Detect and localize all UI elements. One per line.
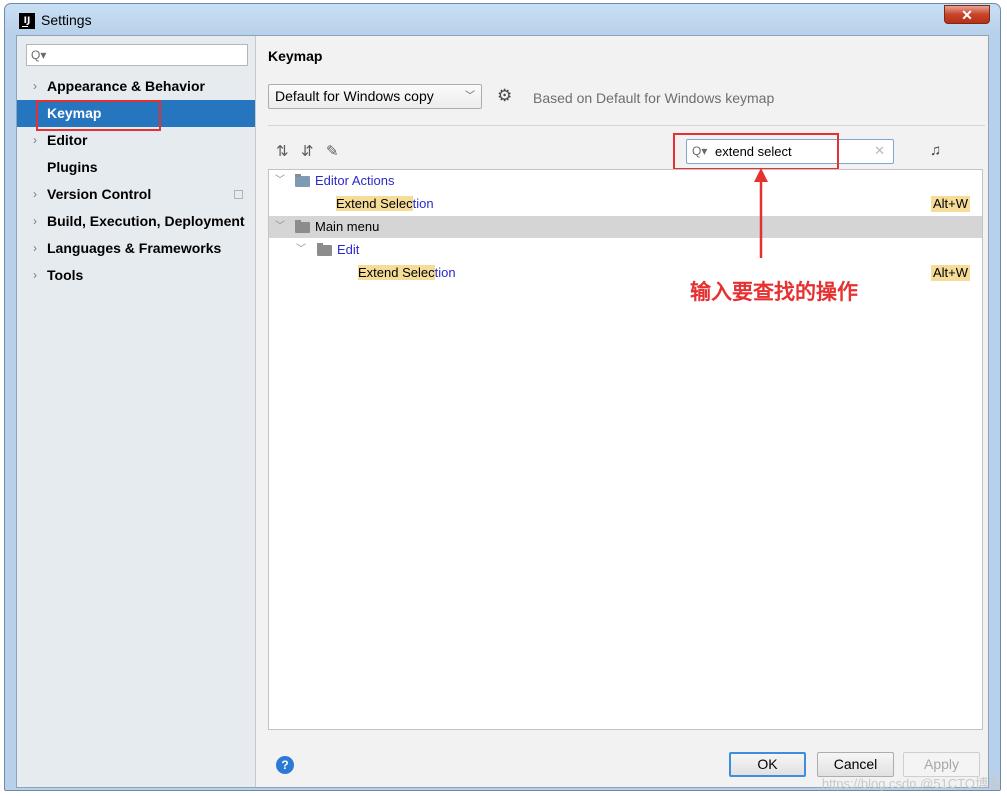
shortcut-badge: Alt+W (930, 265, 970, 281)
tree-row-extend-selection[interactable]: Extend Selection Alt+W (269, 193, 982, 215)
sidebar-item-label: Build, Execution, Deployment (47, 213, 245, 229)
chevron-right-icon: › (33, 214, 37, 228)
divider (268, 125, 985, 126)
settings-window: IJ Settings ✕ Q▾ › Appearance & Behavior… (4, 3, 1001, 791)
help-button[interactable]: ? (276, 756, 294, 774)
sidebar-item-label: Languages & Frameworks (47, 240, 222, 256)
sidebar-item-label: Editor (47, 132, 88, 148)
sidebar-item-languages[interactable]: › Languages & Frameworks (17, 235, 255, 262)
sidebar-item-editor[interactable]: › Editor (17, 127, 255, 154)
watermark: https://blog.csdn.@51CTO博客 (821, 776, 1001, 791)
gear-icon[interactable]: ⚙ (497, 86, 512, 106)
sidebar-item-build[interactable]: › Build, Execution, Deployment (17, 208, 255, 235)
sidebar-search-input[interactable]: Q▾ (26, 44, 248, 66)
annotation-text: 输入要查找的操作 (690, 280, 858, 304)
search-icon: Q▾ (31, 48, 47, 62)
tree-row-editor-actions[interactable]: ﹀ Editor Actions (269, 170, 982, 192)
sidebar-item-label: Plugins (47, 159, 98, 175)
sidebar-item-appearance[interactable]: › Appearance & Behavior (17, 73, 255, 100)
chevron-right-icon: › (33, 79, 37, 93)
chevron-down-icon: ﹀ (465, 91, 475, 102)
chevron-down-icon: ﹀ (275, 175, 285, 186)
shortcut-badge: Alt+W (930, 196, 970, 212)
close-button[interactable]: ✕ (944, 5, 990, 24)
sidebar-item-plugins[interactable]: Plugins (17, 154, 255, 181)
annotation-box-keymap (36, 100, 161, 131)
tree-label: Editor Actions (315, 173, 395, 188)
keymap-select[interactable]: Default for Windows copy ﹀ (268, 84, 482, 109)
chevron-right-icon: › (33, 187, 37, 201)
tree-label: Main menu (315, 219, 380, 234)
tree-label-extend-selection: Extend Selection (336, 196, 434, 211)
sidebar-item-label: Tools (47, 267, 84, 283)
chevron-down-icon: ﹀ (296, 244, 306, 255)
ok-button[interactable]: OK (729, 752, 806, 777)
chevron-down-icon: ﹀ (275, 221, 285, 232)
dialog-client: Q▾ › Appearance & Behavior Keymap › Edit… (16, 35, 989, 788)
chevron-right-icon: › (33, 268, 37, 282)
chevron-right-icon: › (33, 133, 37, 147)
tree-label-extend-selection: Extend Selection (358, 265, 456, 280)
project-settings-icon (234, 190, 243, 199)
sidebar-item-label: Appearance & Behavior (47, 78, 205, 94)
find-by-shortcut-icon[interactable]: ♫ (930, 142, 941, 159)
sidebar-item-version-control[interactable]: › Version Control (17, 181, 255, 208)
expand-all-icon[interactable]: ⇅ (276, 142, 289, 160)
based-on-label: Based on Default for Windows keymap (533, 90, 775, 106)
chevron-right-icon: › (33, 241, 37, 255)
clear-icon[interactable]: ✕ (874, 143, 885, 159)
tree-row-extend-selection-menu[interactable]: Extend Selection Alt+W (269, 262, 982, 284)
app-icon: IJ (19, 13, 35, 29)
page-title: Keymap (268, 48, 323, 64)
tree-row-edit[interactable]: ﹀ Edit (269, 239, 982, 261)
editor-actions-folder-icon (295, 174, 310, 187)
keymap-select-value: Default for Windows copy (275, 88, 434, 104)
actions-tree[interactable]: ﹀ Editor Actions Extend Selection Alt+W … (268, 169, 983, 730)
collapse-all-icon[interactable]: ⇵ (301, 142, 314, 160)
tree-row-main-menu[interactable]: ﹀ Main menu (269, 216, 982, 238)
edit-icon[interactable]: ✎ (326, 142, 339, 160)
window-title: Settings (41, 12, 92, 28)
annotation-arrow (754, 168, 768, 258)
folder-icon (317, 243, 332, 256)
sidebar: Q▾ › Appearance & Behavior Keymap › Edit… (17, 36, 256, 787)
sidebar-item-tools[interactable]: › Tools (17, 262, 255, 289)
main-menu-folder-icon (295, 220, 310, 233)
main-panel: Keymap Default for Windows copy ﹀ ⚙ Base… (256, 36, 988, 787)
tree-label: Edit (337, 242, 360, 257)
annotation-box-search (673, 133, 839, 170)
sidebar-item-label: Version Control (47, 186, 152, 202)
